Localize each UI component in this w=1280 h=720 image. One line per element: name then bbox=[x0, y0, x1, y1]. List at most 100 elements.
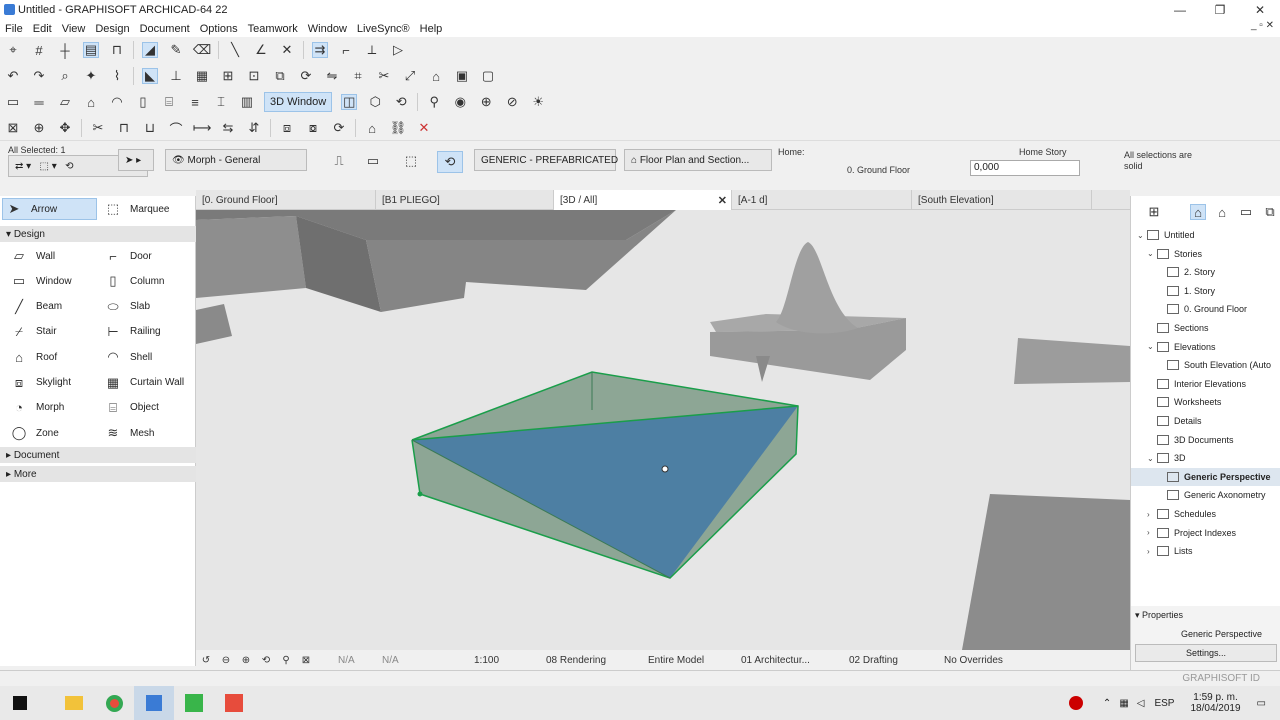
rotate-icon[interactable]: ⟳ bbox=[298, 68, 314, 84]
layout-book-icon[interactable]: ▭ bbox=[1238, 204, 1254, 220]
nav-item-untitled[interactable]: ⌄ Untitled bbox=[1131, 226, 1280, 244]
stair-tool-icon[interactable]: ≡ bbox=[187, 94, 203, 110]
chevron-up-icon[interactable]: ⌃ bbox=[1103, 698, 1111, 709]
menu-document[interactable]: Document bbox=[135, 23, 195, 35]
tool-beam[interactable]: ╱ Beam bbox=[8, 297, 62, 317]
publisher-icon[interactable]: ⧉ bbox=[1262, 204, 1278, 220]
marquee-tool[interactable]: ⬚ Marquee bbox=[102, 199, 170, 219]
bring-front-icon[interactable]: ⧈ bbox=[279, 120, 295, 136]
menu-edit[interactable]: Edit bbox=[28, 23, 57, 35]
cut-plane-icon[interactable]: ⊘ bbox=[504, 94, 520, 110]
nav-item-3d[interactable]: ⌄ 3D bbox=[1131, 449, 1280, 467]
nav-arrow[interactable]: › bbox=[1147, 528, 1157, 537]
scale-field[interactable]: 1:100 bbox=[474, 655, 546, 666]
zoom-in-icon[interactable]: ⊕ bbox=[236, 655, 256, 666]
snap-icon[interactable]: ⌖ bbox=[5, 42, 21, 58]
tool-railing[interactable]: ⊢ Railing bbox=[102, 322, 160, 342]
tab-b1-pliego[interactable]: [B1 PLIEGO] bbox=[376, 190, 554, 210]
tab-close-icon[interactable]: ✕ bbox=[718, 194, 727, 207]
pan-icon[interactable]: ✥ bbox=[57, 120, 73, 136]
nav-item-project-indexes[interactable]: › Project Indexes bbox=[1131, 524, 1280, 542]
copy-icon[interactable]: ⧉ bbox=[272, 68, 288, 84]
nav-arrow[interactable]: › bbox=[1147, 547, 1157, 556]
fillet-icon[interactable]: ⌒ bbox=[168, 120, 184, 137]
geometry-icon[interactable]: ⟲ bbox=[437, 151, 463, 173]
menu-teamwork[interactable]: Teamwork bbox=[243, 23, 303, 35]
nav-item-generic-axonometry[interactable]: Generic Axonometry bbox=[1131, 486, 1280, 504]
more-section[interactable]: ▸ More bbox=[0, 466, 196, 482]
settings-button[interactable]: Settings... bbox=[1135, 644, 1277, 662]
architecture-field[interactable]: 01 Architectur... bbox=[741, 655, 849, 666]
arrow-select-button[interactable]: ➤ ▸ bbox=[118, 149, 154, 171]
tool-zone[interactable]: ◯ Zone bbox=[8, 423, 59, 443]
nav-arrow[interactable]: ⌄ bbox=[1147, 249, 1157, 258]
nav-arrow[interactable]: ⌄ bbox=[1137, 231, 1147, 240]
section-icon[interactable]: ⊡ bbox=[246, 68, 262, 84]
trace-icon[interactable]: ◢ bbox=[142, 42, 158, 58]
nav-item-3d-documents[interactable]: 3D Documents bbox=[1131, 431, 1280, 449]
nav-item-stories[interactable]: ⌄ Stories bbox=[1131, 245, 1280, 263]
network-icon[interactable]: ▦ bbox=[1119, 698, 1128, 709]
overrides-field[interactable]: No Overrides bbox=[944, 655, 1024, 666]
trim-icon[interactable]: ✂ bbox=[90, 120, 106, 136]
menu-options[interactable]: Options bbox=[195, 23, 243, 35]
group-icon[interactable]: ▣ bbox=[454, 68, 470, 84]
tool-curtain-wall[interactable]: ▦ Curtain Wall bbox=[102, 373, 184, 393]
antivirus-icon[interactable] bbox=[1068, 696, 1083, 710]
fit-window-icon[interactable]: ⊠ bbox=[5, 120, 21, 136]
material-button[interactable]: GENERIC - PREFABRICATED bbox=[474, 149, 618, 171]
menu-window[interactable]: Window bbox=[303, 23, 352, 35]
orbit-status-icon[interactable]: ⟲ bbox=[256, 655, 276, 666]
marker-icon[interactable]: ▷ bbox=[390, 42, 406, 58]
tool-door[interactable]: ⌐ Door bbox=[102, 246, 151, 266]
selection-node[interactable] bbox=[417, 491, 423, 497]
minimize-button[interactable]: — bbox=[1160, 0, 1200, 20]
menu-design[interactable]: Design bbox=[90, 23, 134, 35]
box-3d-icon[interactable]: ⬚ bbox=[403, 153, 419, 169]
menu-file[interactable]: File bbox=[0, 23, 28, 35]
rendering-field[interactable]: 08 Rendering bbox=[546, 655, 648, 666]
tool-column[interactable]: ▯ Column bbox=[102, 271, 164, 291]
nav-item-sections[interactable]: Sections bbox=[1131, 319, 1280, 337]
red-app-icon[interactable] bbox=[214, 686, 254, 720]
redo-icon[interactable]: ↷ bbox=[31, 68, 47, 84]
layer-combo-icon[interactable]: ▦ bbox=[194, 68, 210, 84]
tool-skylight[interactable]: ⧈ Skylight bbox=[8, 373, 71, 393]
chrome-icon[interactable] bbox=[94, 686, 134, 720]
arrow-tool[interactable]: ➤ Arrow bbox=[2, 198, 97, 220]
house-view-icon[interactable]: ⌂ bbox=[364, 120, 380, 136]
measure-icon[interactable]: ⟂ bbox=[364, 42, 380, 58]
wall-tool-icon[interactable]: ▭ bbox=[5, 94, 21, 110]
house-icon[interactable]: ⌂ bbox=[428, 68, 444, 84]
lock-icon[interactable]: ⊓ bbox=[109, 42, 125, 58]
nav-item-schedules[interactable]: › Schedules bbox=[1131, 505, 1280, 523]
nav-item-interior-elevations[interactable]: Interior Elevations bbox=[1131, 375, 1280, 393]
file-explorer-icon[interactable] bbox=[54, 686, 94, 720]
3d-scene[interactable] bbox=[196, 210, 1130, 650]
navigator-menu-icon[interactable]: ⊞ bbox=[1146, 204, 1162, 220]
slab-tool-icon[interactable]: ▱ bbox=[57, 94, 73, 110]
nav-item-generic-perspective[interactable]: Generic Perspective bbox=[1131, 467, 1280, 486]
object-tool-icon[interactable]: ⌸ bbox=[161, 94, 177, 110]
nav-item-2-story[interactable]: 2. Story bbox=[1131, 263, 1280, 281]
railing-tool-icon[interactable]: ⌶ bbox=[213, 94, 229, 110]
notifications-icon[interactable]: ▭ bbox=[1257, 698, 1266, 709]
orbit-icon[interactable]: ⟲ bbox=[393, 94, 409, 110]
solid-ops-icon[interactable]: ⊕ bbox=[478, 94, 494, 110]
tab-a1-d[interactable]: [A-1 d] bbox=[732, 190, 912, 210]
send-back-icon[interactable]: ⧇ bbox=[305, 120, 321, 136]
rect-icon[interactable]: ▭ bbox=[365, 153, 381, 169]
eyedropper-icon[interactable]: ⌇ bbox=[109, 68, 125, 84]
nav-arrow[interactable]: ⌄ bbox=[1147, 454, 1157, 463]
tool-wall[interactable]: ▱ Wall bbox=[8, 246, 55, 266]
tab-ground-floor[interactable]: [0. Ground Floor] bbox=[196, 190, 376, 210]
explore-icon[interactable]: ◉ bbox=[452, 94, 468, 110]
green-app-icon[interactable] bbox=[174, 686, 214, 720]
fit-status-icon[interactable]: ⊠ bbox=[296, 655, 316, 666]
undo-icon[interactable]: ↶ bbox=[5, 68, 21, 84]
tool-window[interactable]: ▭ Window bbox=[8, 271, 72, 291]
ungroup-icon[interactable]: ▢ bbox=[480, 68, 496, 84]
clock[interactable]: 1:59 p. m. 18/04/2019 bbox=[1190, 692, 1240, 714]
3d-window-button[interactable]: 3D Window bbox=[264, 92, 333, 112]
nav-item-elevations[interactable]: ⌄ Elevations bbox=[1131, 338, 1280, 356]
